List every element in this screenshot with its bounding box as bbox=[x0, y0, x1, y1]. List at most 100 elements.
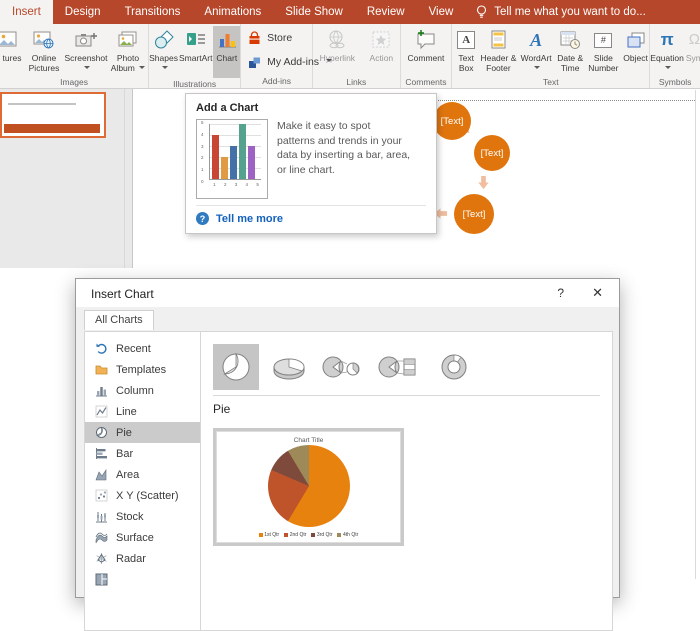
photo-album-icon bbox=[116, 28, 140, 52]
photo-album-button[interactable]: Photo Album bbox=[108, 26, 148, 76]
equation-label: Equation bbox=[650, 53, 684, 74]
category-recent[interactable]: Recent bbox=[85, 338, 200, 359]
dialog-close-button[interactable]: ✕ bbox=[592, 285, 603, 301]
group-text: A Text Box Header & Footer A WordArt Dat… bbox=[452, 24, 651, 88]
subtype-bar-of-pie[interactable] bbox=[375, 344, 421, 390]
dialog-panel: Recent Templates Column Line Pie Bar Are… bbox=[84, 331, 613, 631]
category-stock[interactable]: Stock bbox=[85, 506, 200, 527]
dialog-titlebar: Insert Chart ? ✕ bbox=[76, 279, 619, 307]
slide-thumbnail-1[interactable] bbox=[0, 92, 106, 138]
slide-number-button[interactable]: # Slide Number bbox=[587, 26, 620, 76]
equation-button[interactable]: π Equation bbox=[650, 26, 684, 76]
tab-transitions[interactable]: Transitions bbox=[113, 0, 193, 24]
subtype-doughnut[interactable] bbox=[431, 344, 477, 390]
help-icon[interactable]: ? bbox=[196, 212, 209, 225]
treemap-icon bbox=[95, 573, 108, 586]
mini-x-tick: 4 bbox=[245, 182, 249, 187]
category-line[interactable]: Line bbox=[85, 401, 200, 422]
line-icon bbox=[95, 405, 108, 418]
legend-item: 2nd Qtr bbox=[284, 532, 306, 538]
shapes-icon bbox=[152, 28, 176, 52]
store-label: Store bbox=[267, 32, 293, 44]
tooltip-title: Add a Chart bbox=[196, 102, 259, 114]
symbol-button: Ω Sym bbox=[686, 26, 700, 76]
slide-number-icon: # bbox=[594, 28, 613, 52]
smartart-node-1[interactable]: [Text] bbox=[433, 102, 471, 140]
tell-me-more-link[interactable]: Tell me more bbox=[216, 213, 283, 225]
date-time-icon bbox=[558, 28, 582, 52]
smartart-node-2[interactable]: [Text] bbox=[474, 135, 510, 171]
mini-x-tick: 1 bbox=[213, 182, 216, 187]
chart-button[interactable]: Chart bbox=[213, 26, 241, 78]
pie-chart-preview[interactable]: Chart Title 1st Qtr 2nd Qtr 3rd Qtr 4th … bbox=[213, 428, 404, 546]
category-column[interactable]: Column bbox=[85, 380, 200, 401]
symbol-omega-icon: Ω bbox=[688, 31, 700, 49]
shapes-button[interactable]: Shapes bbox=[149, 26, 178, 76]
text-box-button[interactable]: A Text Box bbox=[454, 26, 478, 76]
tab-animations[interactable]: Animations bbox=[192, 0, 273, 24]
action-icon bbox=[369, 28, 393, 52]
subtype-divider bbox=[213, 395, 600, 396]
group-comments: Comment Comments bbox=[401, 24, 453, 88]
comment-button[interactable]: Comment bbox=[403, 26, 449, 76]
object-button[interactable]: Object bbox=[622, 26, 649, 76]
smartart-node-3[interactable]: [Text] bbox=[454, 194, 494, 234]
category-partial[interactable] bbox=[85, 569, 200, 590]
tab-slide-show[interactable]: Slide Show bbox=[273, 0, 355, 24]
subtype-pie-of-pie[interactable] bbox=[319, 344, 365, 390]
category-scatter[interactable]: X Y (Scatter) bbox=[85, 485, 200, 506]
category-area[interactable]: Area bbox=[85, 464, 200, 485]
category-templates[interactable]: Templates bbox=[85, 359, 200, 380]
mini-x-axis: 1 2 3 4 5 bbox=[211, 182, 261, 187]
tell-me-box[interactable]: Tell me what you want to do... bbox=[465, 0, 656, 24]
mini-bar-series bbox=[212, 124, 255, 179]
tell-me-label: Tell me what you want to do... bbox=[494, 6, 646, 18]
online-pictures-button[interactable]: Online Pictures bbox=[24, 26, 64, 76]
smartart-label: SmartArt bbox=[178, 53, 213, 63]
smartart-button[interactable]: SmartArt bbox=[178, 26, 214, 76]
group-label-add-ins: Add-ins bbox=[262, 76, 292, 86]
dialog-help-button[interactable]: ? bbox=[557, 286, 564, 300]
mini-bar bbox=[230, 146, 237, 179]
store-icon bbox=[249, 30, 260, 44]
smartart-arrow-2[interactable] bbox=[476, 175, 491, 190]
thumbnail-accent-band bbox=[4, 124, 100, 133]
wordart-button[interactable]: A WordArt bbox=[519, 26, 554, 76]
hyperlink-icon bbox=[325, 28, 349, 52]
category-bar[interactable]: Bar bbox=[85, 443, 200, 464]
subtype-pie[interactable] bbox=[213, 344, 259, 390]
insert-chart-dialog: Insert Chart ? ✕ All Charts Recent Templ… bbox=[75, 278, 620, 631]
category-radar[interactable]: Radar bbox=[85, 548, 200, 569]
category-pie[interactable]: Pie bbox=[85, 422, 200, 443]
preview-chart-title: Chart Title bbox=[293, 437, 324, 444]
ribbon-tab-bar: Insert Design Transitions Animations Sli… bbox=[0, 0, 700, 24]
text-box-icon: A bbox=[457, 28, 476, 52]
group-label-symbols: Symbols bbox=[658, 77, 692, 87]
shapes-label: Shapes bbox=[149, 53, 178, 74]
group-illustrations: Shapes SmartArt Chart Illustrations bbox=[149, 24, 242, 89]
screenshot-button[interactable]: Screenshot bbox=[64, 26, 108, 76]
hyperlink-label: Hyperlink bbox=[319, 53, 356, 63]
dialog-content: Pie Chart Title 1st Qtr 2nd Qtr 3rd Qtr … bbox=[201, 332, 612, 630]
tab-design[interactable]: Design bbox=[53, 0, 113, 24]
mini-y-axis: 5 4 3 2 1 0 bbox=[201, 120, 204, 184]
pictures-button[interactable]: tures bbox=[0, 26, 24, 76]
subtype-3d-pie[interactable] bbox=[269, 344, 309, 390]
store-button[interactable]: Store bbox=[243, 26, 296, 50]
online-pictures-label: Online Pictures bbox=[28, 53, 60, 73]
thumbnail-title-line bbox=[8, 103, 76, 105]
mini-y-tick: 4 bbox=[201, 131, 204, 137]
date-time-button[interactable]: Date & Time bbox=[556, 26, 585, 76]
tab-view[interactable]: View bbox=[417, 0, 466, 24]
placeholder-dotted-border bbox=[438, 100, 695, 101]
category-surface[interactable]: Surface bbox=[85, 527, 200, 548]
group-label-illustrations: Illustrations bbox=[173, 79, 217, 89]
surface-icon bbox=[95, 532, 108, 544]
pictures-icon bbox=[0, 28, 19, 52]
tab-review[interactable]: Review bbox=[355, 0, 417, 24]
tab-all-charts[interactable]: All Charts bbox=[84, 310, 154, 330]
my-add-ins-icon bbox=[249, 57, 261, 68]
mini-bar bbox=[248, 146, 255, 179]
header-footer-button[interactable]: Header & Footer bbox=[480, 26, 517, 76]
tab-insert[interactable]: Insert bbox=[0, 0, 53, 24]
